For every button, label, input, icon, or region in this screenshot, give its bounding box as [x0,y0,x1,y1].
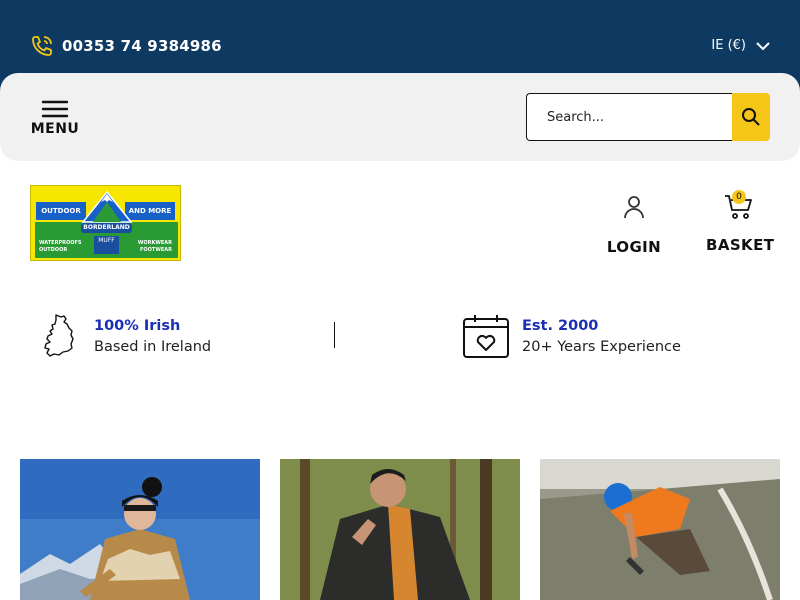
nav-bar: MENU [0,73,800,161]
login-button[interactable]: LOGIN [606,194,662,256]
usp-established: Est. 2000 20+ Years Experience [462,312,681,360]
category-card-winter[interactable] [20,459,260,600]
category-image [20,459,260,600]
usp-subtitle: Based in Ireland [94,338,212,355]
login-label: LOGIN [606,238,662,256]
search-icon [742,108,760,126]
usp-divider [334,322,335,348]
basket-label: BASKET [706,236,775,254]
logo-banner: BORDERLAND [81,223,132,233]
currency-selector[interactable]: IE (€) [711,38,770,53]
usp-irish: 100% Irish Based in Ireland [34,312,211,360]
usp-text: 100% Irish Based in Ireland [94,318,211,355]
basket-icon-wrap: 0 [723,190,755,222]
basket-button[interactable]: 0 BASKET [706,190,775,254]
category-card-workwear[interactable] [540,459,780,600]
search-input[interactable] [526,93,732,141]
search-button[interactable] [732,93,770,141]
basket-count-badge: 0 [732,190,746,204]
usp-title: 100% Irish [94,317,181,334]
user-icon [624,196,644,219]
search-bar [526,93,770,141]
ireland-map-icon [44,314,74,357]
phone-number: 00353 74 9384986 [62,37,222,55]
category-image [280,459,520,600]
menu-label: MENU [30,121,80,137]
hamburger-icon [41,100,69,118]
usp-subtitle: 20+ Years Experience [522,338,681,355]
currency-label: IE (€) [711,38,746,53]
mountain-logo-icon [81,190,133,223]
logo-tag: OUTDOOR [39,247,68,253]
logo-tag: FOOTWEAR [140,247,172,253]
usp-title: Est. 2000 [522,317,599,334]
logo-muff: MUFF [94,236,119,254]
calendar-heart-icon [463,315,509,358]
menu-button[interactable]: MENU [30,99,80,137]
logo-tag: WATERPROOFS [39,240,82,246]
usp-text: Est. 2000 20+ Years Experience [522,318,681,355]
category-card-fleece[interactable] [280,459,520,600]
logo-tag: WORKWEAR [137,240,172,246]
phone-link[interactable]: 00353 74 9384986 [30,34,222,58]
category-image [540,459,780,600]
logo-left-band: OUTDOOR [36,202,86,220]
phone-icon [32,36,52,56]
site-logo[interactable]: OUTDOOR AND MORE BORDERLAND MUFF WATERPR… [30,185,181,261]
chevron-down-icon [756,41,770,50]
